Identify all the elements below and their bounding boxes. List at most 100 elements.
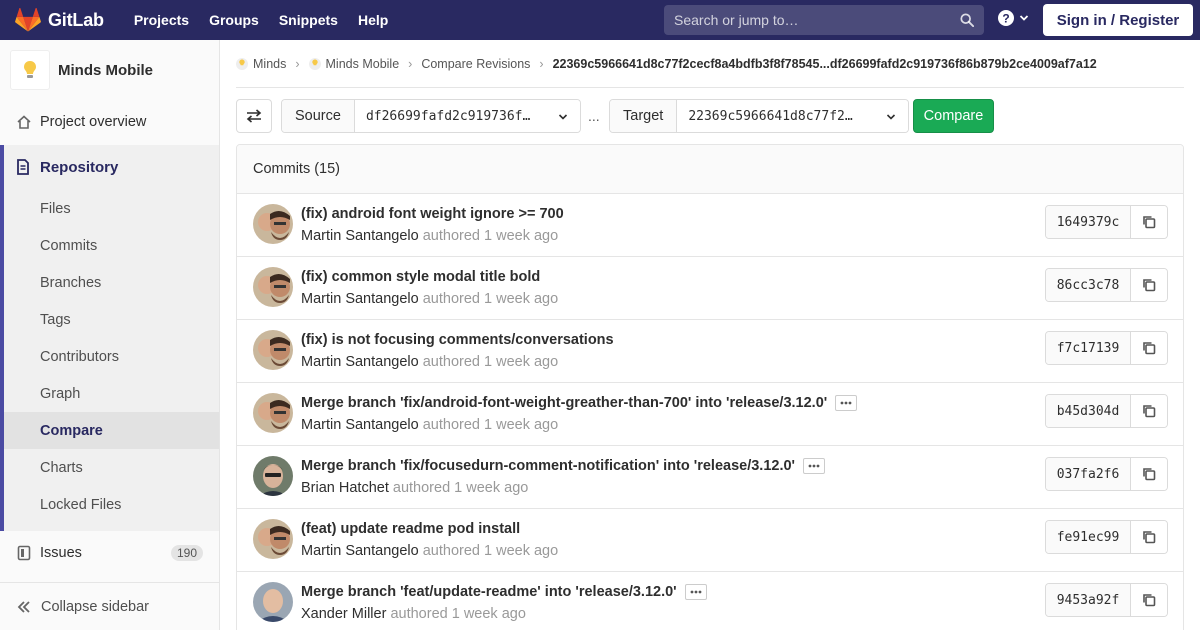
commit-sha[interactable]: f7c17139 — [1046, 332, 1131, 364]
sidebar-item-commits[interactable]: Commits — [4, 227, 219, 264]
compare-toolbar: Source df26699fafd2c919736f… ... Target … — [236, 99, 996, 133]
sidebar-item-repository[interactable]: Repository — [0, 155, 219, 179]
commit-title-wrap: Merge branch 'fix/android-font-weight-gr… — [301, 395, 858, 411]
breadcrumb-current[interactable]: 22369c5966641d8c77f2cecf8a4bdfb3f8f78545… — [553, 57, 1097, 71]
commit-author[interactable]: Martin Santangelo — [301, 543, 419, 559]
nav-links: Projects Groups Snippets Help — [126, 0, 401, 40]
commit-title[interactable]: Merge branch 'feat/update-readme' into '… — [301, 584, 677, 600]
sidebar-item-files[interactable]: Files — [4, 190, 219, 227]
commit-meta: Brian Hatchet authored 1 week ago — [301, 480, 528, 496]
copy-icon — [1143, 342, 1156, 355]
commit-title[interactable]: Merge branch 'fix/android-font-weight-gr… — [301, 395, 827, 411]
commit-title[interactable]: (fix) android font weight ignore >= 700 — [301, 206, 564, 222]
commit-title[interactable]: Merge branch 'fix/focusedurn-comment-not… — [301, 458, 795, 474]
copy-icon — [1143, 531, 1156, 544]
commit-sha-group: 037fa2f6 — [1045, 457, 1168, 491]
commit-row: (fix) is not focusing comments/conversat… — [237, 320, 1183, 383]
commit-sha[interactable]: 1649379c — [1046, 206, 1131, 238]
commit-meta: Martin Santangelo authored 1 week ago — [301, 417, 558, 433]
commit-sha[interactable]: 037fa2f6 — [1046, 458, 1131, 490]
copy-sha-button[interactable] — [1131, 269, 1167, 301]
author-avatar[interactable] — [253, 393, 293, 433]
authored-label: authored — [422, 543, 480, 559]
author-avatar[interactable] — [253, 582, 293, 622]
sidebar-item-project-overview[interactable]: Project overview — [0, 103, 219, 140]
help-dropdown[interactable]: ? — [997, 9, 1029, 27]
sidebar-item-label: Issues — [40, 544, 82, 561]
nav-snippets[interactable]: Snippets — [271, 0, 346, 40]
expand-commit-message-button[interactable] — [835, 395, 858, 411]
commits-header: Commits (15) — [237, 145, 1183, 194]
copy-sha-button[interactable] — [1131, 332, 1167, 364]
sidebar-item-tags[interactable]: Tags — [4, 301, 219, 338]
sidebar-item-locked-files[interactable]: Locked Files — [4, 486, 219, 523]
commit-meta: Martin Santangelo authored 1 week ago — [301, 543, 558, 559]
issues-count-badge: 190 — [170, 544, 203, 561]
chevron-down-icon — [558, 114, 568, 120]
breadcrumb: Minds › Minds Mobile › Compare Revisions… — [236, 40, 1184, 88]
commit-row: (fix) android font weight ignore >= 700 … — [237, 194, 1183, 257]
commit-author[interactable]: Martin Santangelo — [301, 291, 419, 307]
commit-sha[interactable]: fe91ec99 — [1046, 521, 1131, 553]
sidebar-item-contributors[interactable]: Contributors — [4, 338, 219, 375]
commit-author[interactable]: Martin Santangelo — [301, 417, 419, 433]
copy-sha-button[interactable] — [1131, 584, 1167, 616]
commit-meta: Martin Santangelo authored 1 week ago — [301, 228, 558, 244]
commit-title[interactable]: (fix) common style modal title bold — [301, 269, 540, 285]
nav-groups[interactable]: Groups — [201, 0, 267, 40]
breadcrumb-compare-revisions[interactable]: Compare Revisions — [421, 57, 530, 71]
breadcrumb-minds-mobile[interactable]: Minds Mobile — [308, 57, 399, 71]
brand-name: GitLab — [48, 9, 104, 30]
project-header[interactable]: Minds Mobile — [0, 40, 219, 100]
sidebar-item-compare[interactable]: Compare — [4, 412, 219, 449]
gitlab-home-link[interactable]: GitLab — [15, 0, 104, 40]
copy-sha-button[interactable] — [1131, 395, 1167, 427]
document-icon — [16, 159, 30, 175]
copy-icon — [1143, 468, 1156, 481]
expand-commit-message-button[interactable] — [684, 584, 707, 600]
sidebar-item-issues[interactable]: Issues 190 — [0, 534, 219, 571]
ellipsis-icon — [840, 401, 852, 405]
commit-title-wrap: (feat) update readme pod install — [301, 521, 520, 537]
sidebar-item-branches[interactable]: Branches — [4, 264, 219, 301]
swap-revisions-button[interactable] — [236, 99, 272, 133]
commit-author[interactable]: Martin Santangelo — [301, 228, 419, 244]
expand-commit-message-button[interactable] — [803, 458, 826, 474]
commit-meta: Xander Miller authored 1 week ago — [301, 606, 526, 622]
swap-arrows-icon — [246, 109, 262, 123]
copy-sha-button[interactable] — [1131, 521, 1167, 553]
breadcrumb-minds[interactable]: Minds — [236, 57, 286, 71]
commit-time: 1 week ago — [484, 543, 559, 559]
lightbulb-icon — [24, 61, 36, 78]
author-avatar[interactable] — [253, 456, 293, 496]
copy-sha-button[interactable] — [1131, 206, 1167, 238]
nav-help[interactable]: Help — [350, 0, 396, 40]
author-avatar[interactable] — [253, 330, 293, 370]
target-dropdown[interactable]: 22369c5966641d8c77f2… — [677, 100, 908, 132]
search-input[interactable] — [674, 12, 944, 28]
collapse-sidebar-button[interactable]: Collapse sidebar — [0, 582, 219, 630]
sidebar-item-graph[interactable]: Graph — [4, 375, 219, 412]
commit-sha[interactable]: 86cc3c78 — [1046, 269, 1131, 301]
commit-author[interactable]: Xander Miller — [301, 606, 386, 622]
source-dropdown[interactable]: df26699fafd2c919736f… — [354, 100, 580, 132]
target-value: 22369c5966641d8c77f2… — [688, 108, 853, 124]
author-avatar[interactable] — [253, 204, 293, 244]
commit-meta: Martin Santangelo authored 1 week ago — [301, 354, 558, 370]
commit-title[interactable]: (fix) is not focusing comments/conversat… — [301, 332, 614, 348]
copy-icon — [1143, 279, 1156, 292]
commit-author[interactable]: Brian Hatchet — [301, 480, 389, 496]
compare-button[interactable]: Compare — [913, 99, 994, 133]
sidebar-item-charts[interactable]: Charts — [4, 449, 219, 486]
commit-author[interactable]: Martin Santangelo — [301, 354, 419, 370]
commit-title-wrap: (fix) android font weight ignore >= 700 — [301, 206, 564, 222]
commit-title[interactable]: (feat) update readme pod install — [301, 521, 520, 537]
author-avatar[interactable] — [253, 519, 293, 559]
sign-in-button[interactable]: Sign in / Register — [1043, 4, 1193, 36]
author-avatar[interactable] — [253, 267, 293, 307]
copy-sha-button[interactable] — [1131, 458, 1167, 490]
commit-sha[interactable]: b45d304d — [1046, 395, 1131, 427]
sidebar-item-label: Repository — [40, 158, 119, 176]
commit-sha[interactable]: 9453a92f — [1046, 584, 1131, 616]
nav-projects[interactable]: Projects — [126, 0, 197, 40]
